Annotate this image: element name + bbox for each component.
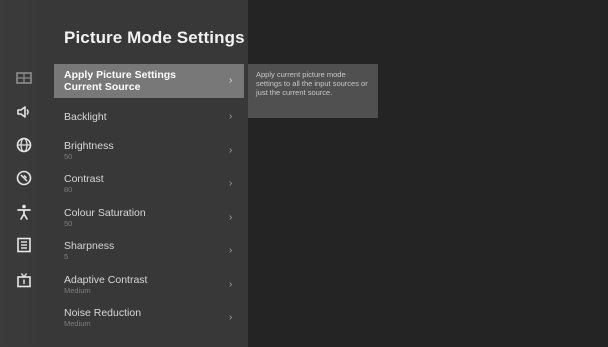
menu-item-value: Medium bbox=[64, 319, 91, 328]
menu-item-label: Apply Picture Settings Current Source bbox=[64, 69, 177, 93]
general-settings-icon[interactable] bbox=[14, 168, 34, 188]
settings-category-rail bbox=[0, 0, 48, 347]
menu-item-sharpness[interactable]: Sharpness 5 › bbox=[54, 236, 244, 266]
menu-item-value: Medium bbox=[64, 285, 91, 295]
settings-menu: Apply Picture Settings Current Source › … bbox=[48, 64, 248, 337]
menu-item-colour-saturation[interactable]: Colour Saturation 50 › bbox=[54, 203, 244, 233]
network-icon[interactable] bbox=[14, 135, 34, 155]
menu-item-label: Backlight bbox=[64, 111, 107, 123]
chevron-right-icon: › bbox=[229, 178, 233, 189]
menu-item-backlight[interactable]: Backlight › bbox=[54, 102, 244, 132]
menu-item-value: 80 bbox=[64, 185, 73, 194]
chevron-right-icon: › bbox=[229, 75, 233, 86]
menu-item-label: Brightness bbox=[64, 139, 114, 152]
menu-item-label: Sharpness bbox=[64, 240, 115, 252]
chevron-right-icon: › bbox=[229, 144, 233, 156]
chevron-right-icon: › bbox=[229, 278, 233, 290]
channel-icon[interactable] bbox=[14, 270, 34, 290]
chevron-right-icon: › bbox=[229, 245, 233, 256]
picture-mode-settings-panel: Picture Mode Settings Apply Picture Sett… bbox=[48, 0, 248, 347]
system-info-icon[interactable] bbox=[14, 235, 34, 255]
menu-item-label: Contrast bbox=[64, 173, 104, 185]
tv-settings-screen: Picture Mode Settings Apply Picture Sett… bbox=[0, 0, 608, 347]
chevron-right-icon: › bbox=[229, 312, 233, 323]
menu-item-value: 5 bbox=[64, 252, 69, 261]
menu-item-apply-picture-settings[interactable]: Apply Picture Settings Current Source › bbox=[54, 64, 244, 98]
menu-item-noise-reduction[interactable]: Noise Reduction Medium › bbox=[54, 303, 244, 333]
menu-item-label: Adaptive Contrast bbox=[64, 273, 148, 286]
accessibility-icon[interactable] bbox=[14, 202, 34, 222]
menu-item-label: Colour Saturation bbox=[64, 206, 146, 219]
menu-item-brightness[interactable]: Brightness 50 › bbox=[54, 136, 244, 166]
menu-item-label: Noise Reduction bbox=[64, 307, 142, 319]
menu-item-value: 50 bbox=[64, 151, 73, 161]
chevron-right-icon: › bbox=[229, 111, 233, 122]
picture-icon[interactable] bbox=[14, 68, 34, 88]
chevron-right-icon: › bbox=[229, 211, 233, 223]
menu-item-adaptive-contrast[interactable]: Adaptive Contrast Medium › bbox=[54, 270, 244, 300]
panel-title: Picture Mode Settings bbox=[64, 28, 245, 47]
sound-icon[interactable] bbox=[14, 102, 34, 122]
help-description-box: Apply current picture mode settings to a… bbox=[248, 64, 378, 118]
menu-item-value: 50 bbox=[64, 218, 73, 228]
menu-item-contrast[interactable]: Contrast 80 › bbox=[54, 169, 244, 199]
